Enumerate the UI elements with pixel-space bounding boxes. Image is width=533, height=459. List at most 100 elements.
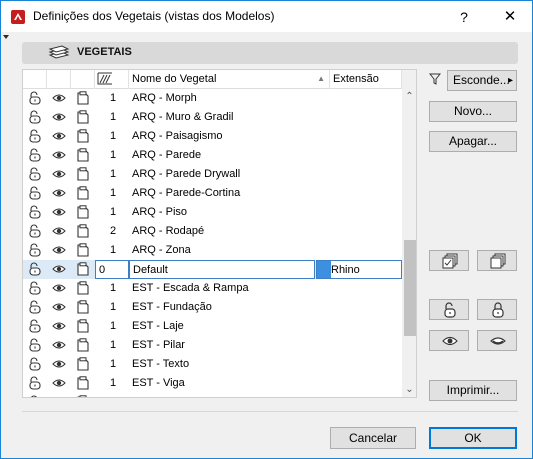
filter-icon[interactable] bbox=[429, 73, 441, 85]
unlock-all-button[interactable] bbox=[429, 299, 469, 320]
row-name[interactable]: ARQ - Muro & Gradil bbox=[129, 108, 315, 127]
eye-icon[interactable] bbox=[52, 148, 66, 162]
row-extension[interactable] bbox=[316, 374, 402, 393]
layer-icon[interactable] bbox=[76, 262, 90, 276]
table-row[interactable]: 1INS - Gás bbox=[23, 393, 402, 397]
lock-icon[interactable] bbox=[28, 357, 42, 371]
count-column-header[interactable] bbox=[95, 70, 129, 89]
row-extension[interactable] bbox=[316, 127, 402, 146]
table-row[interactable]: 1 ARQ - Parede-Cortina bbox=[23, 184, 402, 203]
lock-icon[interactable] bbox=[28, 395, 42, 397]
table-row[interactable]: 1 ARQ - Parede bbox=[23, 146, 402, 165]
lock-icon[interactable] bbox=[28, 129, 42, 143]
row-extension[interactable] bbox=[316, 222, 402, 241]
table-row[interactable]: 1 ARQ - Morph bbox=[23, 89, 402, 108]
paste-settings-button[interactable] bbox=[477, 250, 517, 271]
table-row[interactable]: 1 EST - Escada & Rampa bbox=[23, 279, 402, 298]
eye-icon[interactable] bbox=[52, 186, 66, 200]
table-row[interactable]: 1 ARQ - Zona bbox=[23, 241, 402, 260]
row-name[interactable]: EST - Texto bbox=[129, 355, 315, 374]
lock-all-button[interactable] bbox=[477, 299, 517, 320]
row-name[interactable]: INS - Gás bbox=[129, 393, 315, 397]
row-extension[interactable] bbox=[316, 146, 402, 165]
row-name[interactable]: EST - Pilar bbox=[129, 336, 315, 355]
lock-icon[interactable] bbox=[28, 243, 42, 257]
row-name[interactable]: EST - Laje bbox=[129, 317, 315, 336]
row-name[interactable]: EST - Viga bbox=[129, 374, 315, 393]
eye-icon[interactable] bbox=[52, 376, 66, 390]
name-column-header[interactable]: Nome do Vegetal ▲ bbox=[129, 70, 330, 89]
layer-icon[interactable] bbox=[76, 167, 90, 181]
row-extension[interactable] bbox=[316, 317, 402, 336]
close-button[interactable]: ✕ bbox=[493, 5, 527, 29]
eye-icon[interactable] bbox=[52, 281, 66, 295]
eye-icon[interactable] bbox=[52, 224, 66, 238]
lock-icon[interactable] bbox=[28, 376, 42, 390]
table-row[interactable]: 0 Default Rhino bbox=[23, 260, 402, 279]
table-row[interactable]: 1 EST - Viga bbox=[23, 374, 402, 393]
layer-icon[interactable] bbox=[76, 205, 90, 219]
scroll-up-icon[interactable]: ⌃ bbox=[402, 88, 416, 106]
delete-button[interactable]: Apagar... bbox=[429, 131, 517, 152]
lock-column-header[interactable] bbox=[23, 70, 47, 89]
row-count[interactable]: 1 bbox=[95, 393, 129, 397]
hide-dropdown-button[interactable]: Esconde... ▸ bbox=[447, 70, 517, 91]
row-count[interactable]: 1 bbox=[95, 374, 129, 393]
row-count[interactable]: 0 bbox=[95, 260, 129, 279]
row-name[interactable]: ARQ - Paisagismo bbox=[129, 127, 315, 146]
row-extension[interactable] bbox=[316, 279, 402, 298]
row-extension[interactable] bbox=[316, 298, 402, 317]
row-name[interactable]: ARQ - Rodapé bbox=[129, 222, 315, 241]
table-row[interactable]: 1 EST - Pilar bbox=[23, 336, 402, 355]
row-name[interactable]: EST - Fundação bbox=[129, 298, 315, 317]
collapse-arrow-icon[interactable] bbox=[3, 34, 9, 40]
row-count[interactable]: 1 bbox=[95, 317, 129, 336]
hide-all-button[interactable] bbox=[477, 330, 517, 351]
row-extension[interactable] bbox=[316, 336, 402, 355]
lock-icon[interactable] bbox=[28, 281, 42, 295]
layer-icon[interactable] bbox=[76, 319, 90, 333]
row-count[interactable]: 1 bbox=[95, 241, 129, 260]
eye-icon[interactable] bbox=[52, 395, 66, 397]
table-row[interactable]: 1 EST - Fundação bbox=[23, 298, 402, 317]
layer-icon[interactable] bbox=[76, 357, 90, 371]
row-count[interactable]: 1 bbox=[95, 184, 129, 203]
row-name[interactable]: ARQ - Parede Drywall bbox=[129, 165, 315, 184]
lock-icon[interactable] bbox=[28, 148, 42, 162]
print-button[interactable]: Imprimir... bbox=[429, 380, 517, 401]
ok-button[interactable]: OK bbox=[429, 427, 517, 449]
row-name[interactable]: EST - Escada & Rampa bbox=[129, 279, 315, 298]
layer-icon[interactable] bbox=[76, 338, 90, 352]
lock-icon[interactable] bbox=[28, 338, 42, 352]
eye-icon[interactable] bbox=[52, 167, 66, 181]
lock-icon[interactable] bbox=[28, 186, 42, 200]
row-count[interactable]: 1 bbox=[95, 146, 129, 165]
row-extension[interactable] bbox=[316, 203, 402, 222]
row-extension[interactable] bbox=[316, 108, 402, 127]
table-row[interactable]: 1 EST - Texto bbox=[23, 355, 402, 374]
layer-icon[interactable] bbox=[76, 395, 90, 397]
row-name[interactable]: ARQ - Parede-Cortina bbox=[129, 184, 315, 203]
eye-icon[interactable] bbox=[52, 243, 66, 257]
row-name[interactable]: ARQ - Zona bbox=[129, 241, 315, 260]
row-name[interactable]: ARQ - Parede bbox=[129, 146, 315, 165]
eye-icon[interactable] bbox=[52, 338, 66, 352]
row-extension[interactable] bbox=[316, 89, 402, 108]
table-row[interactable]: 1 ARQ - Piso bbox=[23, 203, 402, 222]
layer-icon[interactable] bbox=[76, 186, 90, 200]
eye-icon[interactable] bbox=[52, 357, 66, 371]
layer-icon[interactable] bbox=[76, 148, 90, 162]
lock-icon[interactable] bbox=[28, 262, 42, 276]
eye-icon[interactable] bbox=[52, 110, 66, 124]
row-extension[interactable] bbox=[316, 184, 402, 203]
lock-icon[interactable] bbox=[28, 300, 42, 314]
row-count[interactable]: 1 bbox=[95, 203, 129, 222]
show-all-button[interactable] bbox=[429, 330, 469, 351]
table-row[interactable]: 1 EST - Laje bbox=[23, 317, 402, 336]
row-count[interactable]: 1 bbox=[95, 336, 129, 355]
row-extension[interactable] bbox=[316, 165, 402, 184]
layer-icon[interactable] bbox=[76, 110, 90, 124]
scroll-down-icon[interactable]: ⌄ bbox=[402, 383, 416, 397]
row-count[interactable]: 1 bbox=[95, 127, 129, 146]
table-row[interactable]: 2 ARQ - Rodapé bbox=[23, 222, 402, 241]
